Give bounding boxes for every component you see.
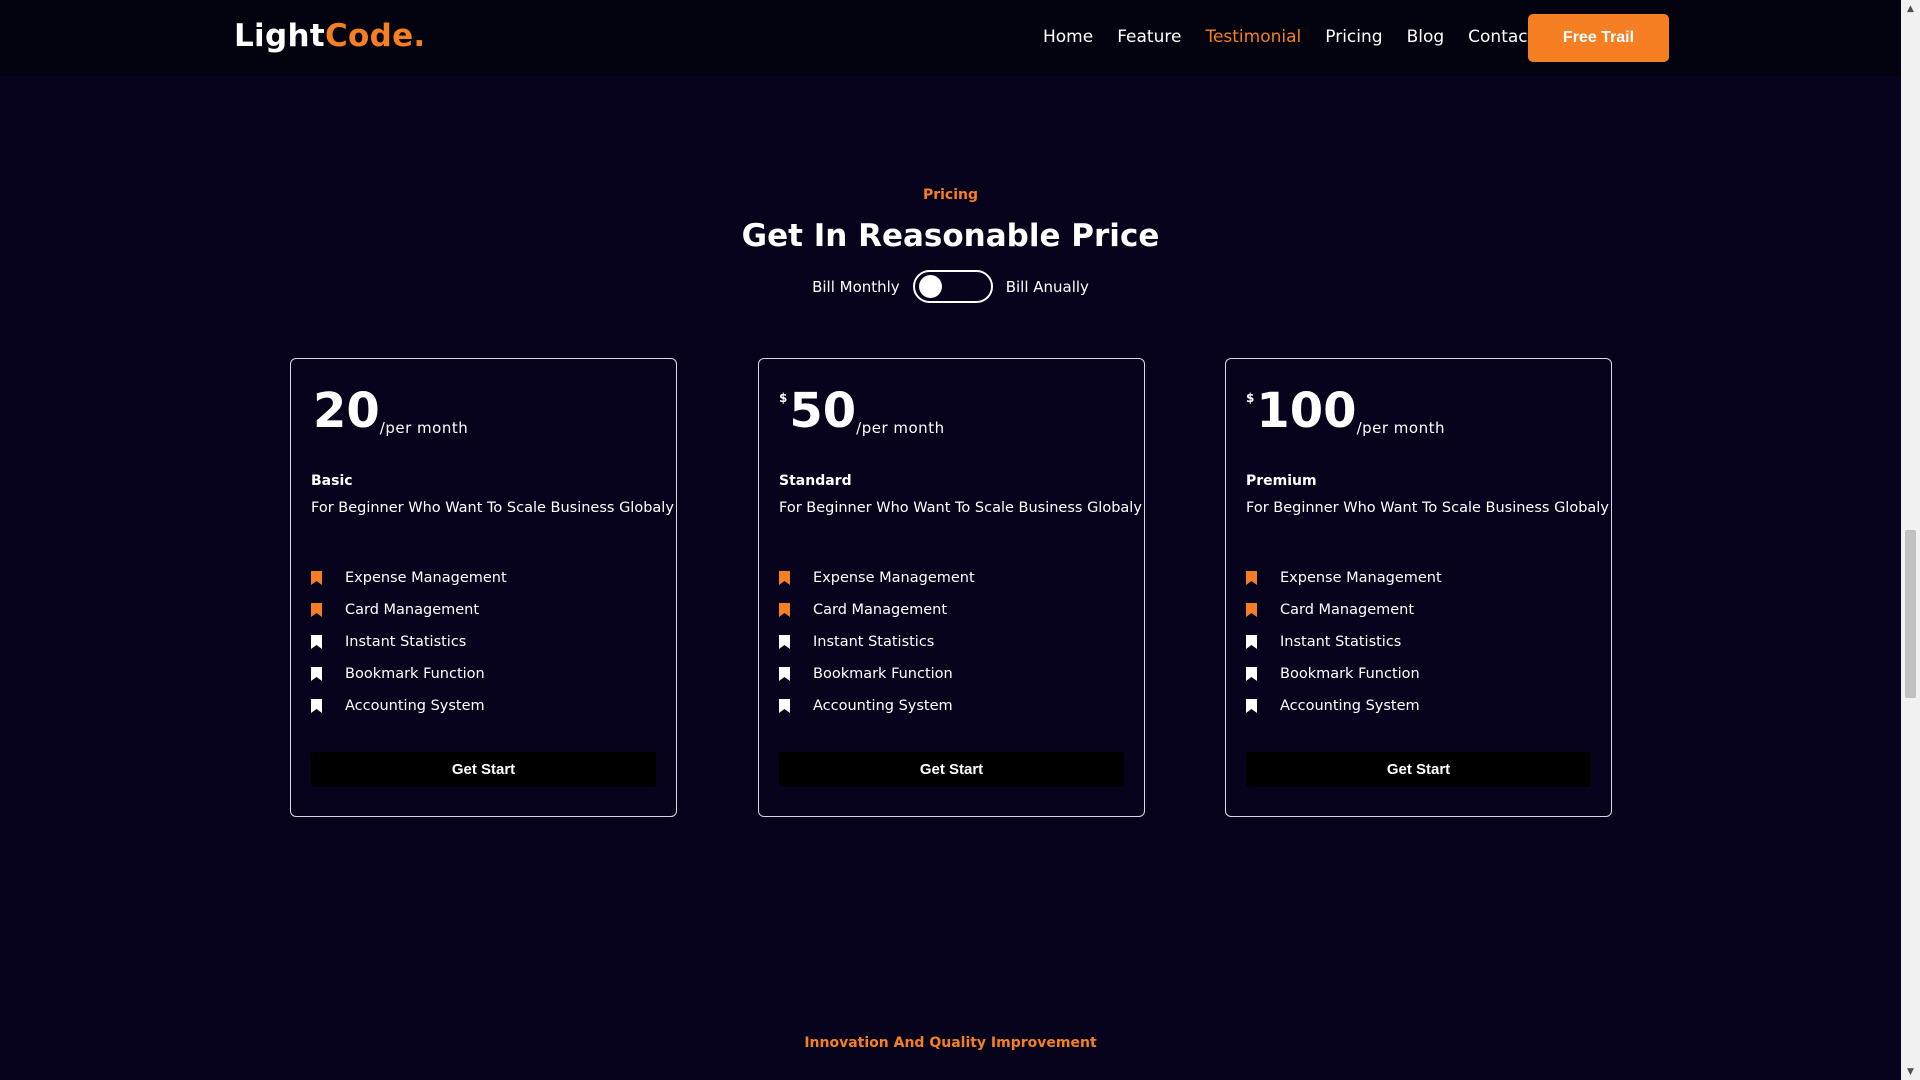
price-period: /per month [1356, 419, 1445, 437]
billing-toggle-row: Bill Monthly Bill Anually [0, 270, 1901, 303]
logo-code-text: Code. [324, 18, 426, 54]
get-start-button[interactable]: Get Start [779, 752, 1124, 787]
nav-link-testimonial[interactable]: Testimonial [1205, 27, 1301, 47]
feature-label: Expense Management [1280, 570, 1442, 586]
feature-item: Expense Management [311, 562, 507, 594]
price-period: /per month [379, 419, 469, 437]
nav-link-blog[interactable]: Blog [1407, 27, 1445, 47]
feature-list: Expense Management Card Management Insta… [311, 562, 507, 722]
feature-label: Card Management [1280, 602, 1415, 618]
price-amount: 20 [313, 383, 380, 439]
scrollbar-thumb[interactable] [1905, 530, 1916, 698]
bookmark-icon [1246, 571, 1257, 585]
feature-label: Instant Statistics [813, 634, 935, 650]
scrollbar[interactable]: ▲ ▼ [1901, 0, 1920, 1080]
feature-item: Instant Statistics [779, 626, 975, 658]
bookmark-icon [779, 667, 790, 681]
bookmark-icon [1246, 699, 1257, 713]
feature-item: Accounting System [311, 690, 507, 722]
feature-item: Card Management [779, 594, 975, 626]
plan-description: For Beginner Who Want To Scale Business … [311, 500, 674, 516]
plan-name: Basic [311, 473, 353, 489]
nav-link-pricing[interactable]: Pricing [1325, 27, 1382, 47]
get-start-button[interactable]: Get Start [1246, 752, 1591, 787]
currency-symbol: $ [779, 391, 788, 405]
feature-item: Bookmark Function [311, 658, 507, 690]
bookmark-icon [779, 635, 790, 649]
billing-toggle[interactable] [912, 270, 993, 303]
bookmark-icon [1246, 603, 1257, 617]
feature-label: Bookmark Function [1280, 666, 1420, 682]
plan-name: Standard [779, 473, 852, 489]
feature-item: Accounting System [1246, 690, 1442, 722]
bookmark-icon [311, 571, 322, 585]
toggle-knob [918, 275, 942, 298]
nav-link-feature[interactable]: Feature [1117, 27, 1181, 47]
plan-name: Premium [1246, 473, 1317, 489]
feature-item: Bookmark Function [779, 658, 975, 690]
pricing-card-basic: 20 /per month Basic For Beginner Who Wan… [290, 358, 677, 817]
feature-item: Card Management [1246, 594, 1442, 626]
feature-item: Bookmark Function [1246, 658, 1442, 690]
nav-link-contact[interactable]: Contact [1468, 27, 1534, 47]
bill-annually-label: Bill Anually [1005, 277, 1089, 296]
bookmark-icon [779, 699, 790, 713]
bookmark-icon [311, 667, 322, 681]
price-amount: 50 [789, 383, 857, 439]
navbar: LightCode. Home Feature Testimonial Pric… [0, 0, 1901, 76]
feature-item: Instant Statistics [1246, 626, 1442, 658]
logo-light-text: Light [234, 18, 325, 54]
bookmark-icon [1246, 635, 1257, 649]
bookmark-icon [311, 635, 322, 649]
section-title: Get In Reasonable Price [741, 218, 1160, 254]
feature-label: Bookmark Function [345, 666, 485, 682]
feature-label: Accounting System [345, 698, 485, 714]
pricing-card-standard: $ 50 /per month Standard For Beginner Wh… [758, 358, 1145, 817]
feature-label: Accounting System [813, 698, 953, 714]
feature-list: Expense Management Card Management Insta… [1246, 562, 1442, 722]
plan-description: For Beginner Who Want To Scale Business … [1246, 500, 1609, 516]
bookmark-icon [779, 571, 790, 585]
feature-label: Instant Statistics [345, 634, 467, 650]
feature-label: Instant Statistics [1280, 634, 1402, 650]
feature-list: Expense Management Card Management Insta… [779, 562, 975, 722]
bookmark-icon [311, 699, 322, 713]
price: $ 100 /per month [1246, 385, 1445, 438]
bill-monthly-label: Bill Monthly [812, 277, 900, 296]
price-amount: 100 [1256, 383, 1357, 439]
price-period: /per month [856, 419, 945, 437]
feature-item: Expense Management [779, 562, 975, 594]
bookmark-icon [779, 603, 790, 617]
feature-label: Card Management [813, 602, 948, 618]
feature-item: Card Management [311, 594, 507, 626]
feature-label: Card Management [345, 602, 480, 618]
next-section-label: Innovation And Quality Improvement [804, 1035, 1097, 1051]
bookmark-icon [1246, 667, 1257, 681]
plan-description: For Beginner Who Want To Scale Business … [779, 500, 1142, 516]
price: 20 /per month [311, 385, 468, 438]
feature-label: Expense Management [345, 570, 507, 586]
nav-link-home[interactable]: Home [1043, 27, 1093, 47]
feature-label: Bookmark Function [813, 666, 953, 682]
currency-symbol: $ [1246, 391, 1255, 405]
scroll-down-icon[interactable]: ▼ [1901, 1063, 1920, 1080]
logo[interactable]: LightCode. [234, 18, 426, 54]
bookmark-icon [311, 603, 322, 617]
free-trail-button[interactable]: Free Trail [1528, 14, 1669, 62]
feature-item: Instant Statistics [311, 626, 507, 658]
pricing-card-premium: $ 100 /per month Premium For Beginner Wh… [1225, 358, 1612, 817]
feature-item: Accounting System [779, 690, 975, 722]
feature-label: Expense Management [813, 570, 975, 586]
feature-label: Accounting System [1280, 698, 1420, 714]
feature-item: Expense Management [1246, 562, 1442, 594]
section-label: Pricing [922, 187, 979, 203]
get-start-button[interactable]: Get Start [311, 752, 656, 787]
price: $ 50 /per month [779, 385, 945, 438]
scroll-up-icon[interactable]: ▲ [1901, 0, 1920, 17]
nav-links: Home Feature Testimonial Pricing Blog Co… [1043, 27, 1558, 47]
